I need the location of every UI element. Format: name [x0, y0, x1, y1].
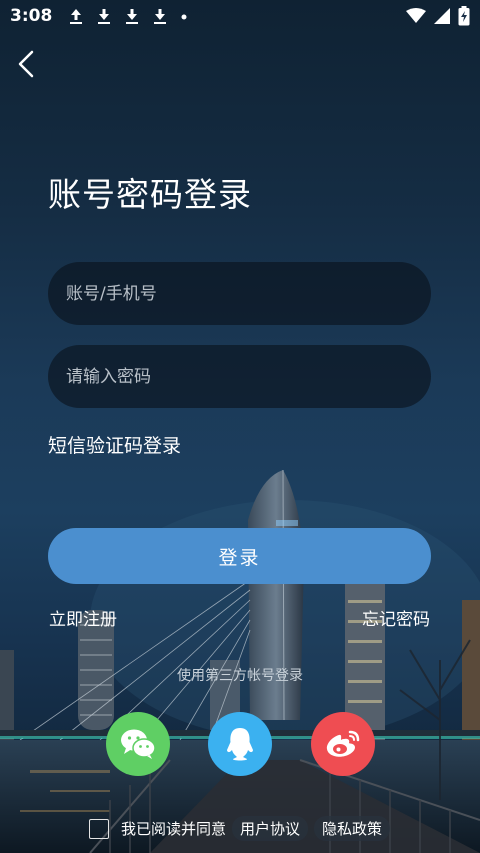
- download-icon: [154, 9, 167, 24]
- chevron-left-icon: [18, 50, 34, 78]
- qq-icon: [227, 728, 253, 761]
- signal-icon: [434, 8, 450, 24]
- privacy-policy-link[interactable]: 隐私政策: [314, 816, 391, 841]
- agreement-checkbox[interactable]: [89, 818, 109, 839]
- wechat-login-button[interactable]: [106, 712, 170, 776]
- status-notification-icons: [68, 7, 188, 25]
- agreement-text: 我已阅读并同意: [121, 820, 227, 838]
- battery-charging-icon: [458, 6, 470, 26]
- agreement-row: 我已阅读并同意 用户协议 隐私政策: [89, 816, 391, 841]
- weibo-icon: [326, 730, 360, 757]
- wechat-icon: [121, 729, 156, 759]
- download-icon: [126, 9, 139, 24]
- register-link[interactable]: 立即注册: [49, 605, 117, 630]
- sms-login-link[interactable]: 短信验证码登录: [48, 431, 181, 458]
- status-bar: 3:08: [0, 0, 480, 32]
- status-system-icons: [406, 6, 470, 26]
- user-agreement-link[interactable]: 用户协议: [232, 816, 309, 841]
- password-input[interactable]: [48, 345, 431, 408]
- upload-icon: [70, 9, 83, 24]
- page-title: 账号密码登录: [48, 175, 252, 214]
- weibo-login-button[interactable]: [311, 712, 375, 776]
- forgot-password-link[interactable]: 忘记密码: [362, 605, 430, 630]
- status-time: 3:08: [10, 6, 53, 26]
- back-button[interactable]: [10, 46, 42, 82]
- qq-login-button[interactable]: [208, 712, 272, 776]
- dot-icon: [181, 14, 187, 20]
- login-button[interactable]: 登录: [48, 528, 431, 584]
- download-icon: [98, 9, 111, 24]
- wifi-icon: [406, 8, 426, 23]
- third-party-login-label: 使用第三方帐号登录: [177, 668, 303, 684]
- account-input[interactable]: [48, 262, 431, 325]
